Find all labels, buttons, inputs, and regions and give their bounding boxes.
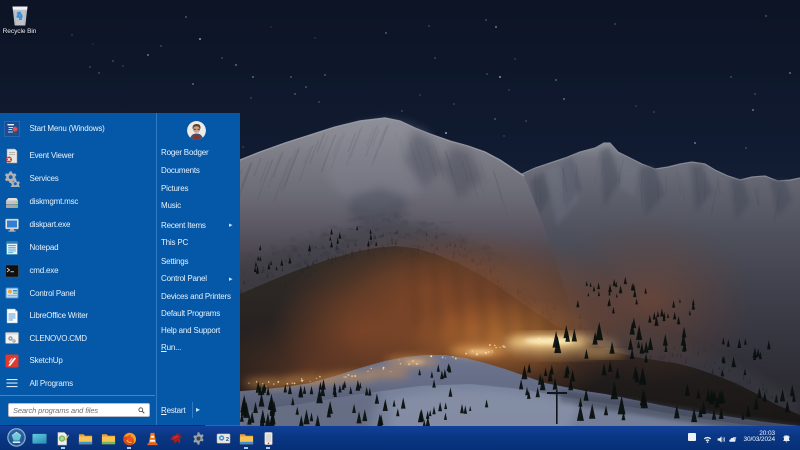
- svg-text:2: 2: [225, 436, 228, 442]
